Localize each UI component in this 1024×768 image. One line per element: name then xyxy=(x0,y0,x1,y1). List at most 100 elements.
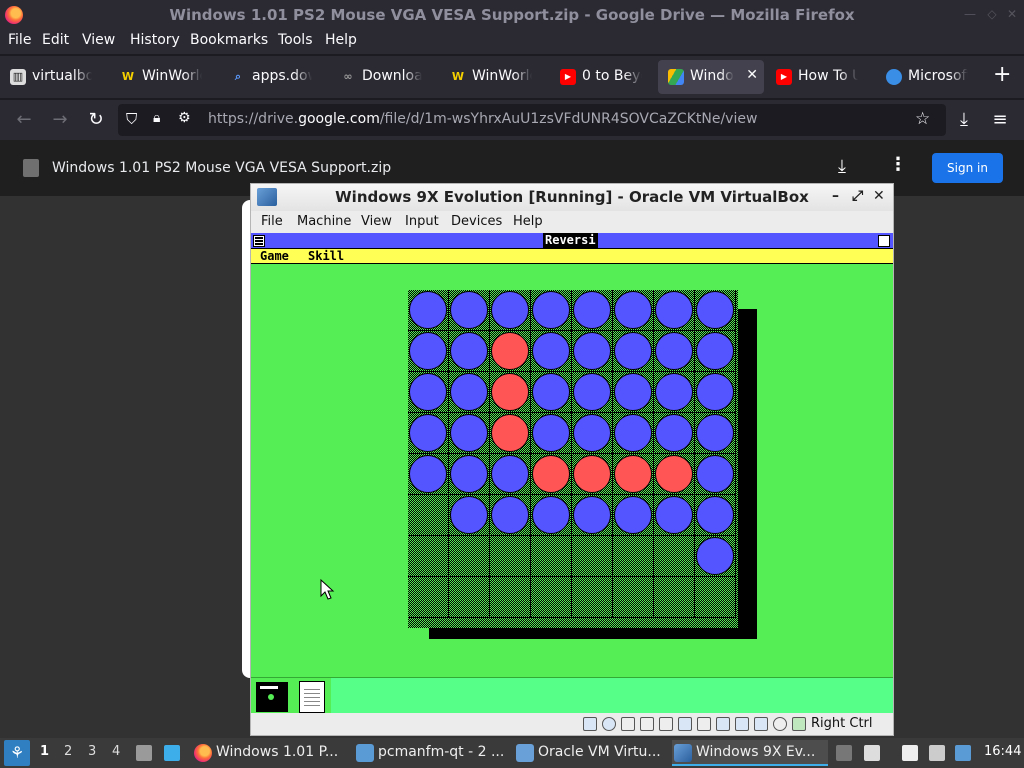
desktop-4[interactable]: 4 xyxy=(112,744,120,759)
board-cell[interactable] xyxy=(531,536,572,577)
url-bar[interactable]: ⛉ 🔒︎ ⚙ https://drive.google.com/file/d/1… xyxy=(118,104,946,136)
network-icon[interactable] xyxy=(659,717,673,731)
board-cell[interactable] xyxy=(695,372,736,413)
board-cell[interactable] xyxy=(531,372,572,413)
board-cell[interactable] xyxy=(408,495,449,536)
tab-youtube-1[interactable]: ▶ 0 to Beyo xyxy=(550,60,656,94)
board-cell[interactable] xyxy=(531,331,572,372)
download-icon[interactable]: ⤓ xyxy=(838,156,846,177)
shared-folders-icon[interactable] xyxy=(697,717,711,731)
tray-expander-icon[interactable] xyxy=(836,745,852,761)
board-cell[interactable] xyxy=(572,577,613,618)
update-notifier-icon[interactable] xyxy=(955,745,971,761)
board-cell[interactable] xyxy=(490,454,531,495)
taskbar-item-firefox[interactable]: Windows 1.01 P... xyxy=(192,740,350,766)
board-cell[interactable] xyxy=(490,331,531,372)
reversi-menu-game[interactable]: Game xyxy=(260,249,289,264)
board-cell[interactable] xyxy=(695,290,736,331)
menu-edit[interactable]: Edit xyxy=(42,32,69,48)
maximize-icon[interactable]: ◇ xyxy=(984,6,1000,22)
ms-dos-executive-icon[interactable] xyxy=(256,682,288,712)
board-cell[interactable] xyxy=(408,413,449,454)
board-cell[interactable] xyxy=(449,454,490,495)
keyboard-capture-icon[interactable] xyxy=(792,717,806,731)
more-options-icon[interactable]: ⋮ xyxy=(889,154,907,175)
tab-close-icon[interactable]: ✕ xyxy=(746,67,758,83)
board-cell[interactable] xyxy=(572,413,613,454)
board-cell[interactable] xyxy=(695,495,736,536)
reversi-board[interactable] xyxy=(408,290,738,628)
board-cell[interactable] xyxy=(613,413,654,454)
bookmark-star-icon[interactable]: ☆ xyxy=(915,109,930,129)
board-cell[interactable] xyxy=(490,495,531,536)
board-cell[interactable] xyxy=(490,290,531,331)
usb-icon[interactable] xyxy=(678,717,692,731)
board-cell[interactable] xyxy=(695,413,736,454)
board-cell[interactable] xyxy=(695,536,736,577)
tab-winworld-2[interactable]: W WinWorld xyxy=(440,60,548,94)
board-cell[interactable] xyxy=(408,290,449,331)
url-text[interactable]: https://drive.google.com/file/d/1m-wsYhr… xyxy=(208,111,757,127)
network-tray-icon[interactable] xyxy=(929,745,945,761)
board-cell[interactable] xyxy=(408,454,449,495)
vbox-menu-help[interactable]: Help xyxy=(513,214,543,229)
board-cell[interactable] xyxy=(654,331,695,372)
board-cell[interactable] xyxy=(408,331,449,372)
tab-google-drive[interactable]: Window ✕ xyxy=(658,60,764,94)
board-cell[interactable] xyxy=(449,290,490,331)
board-cell[interactable] xyxy=(490,372,531,413)
audio-icon[interactable] xyxy=(640,717,654,731)
board-cell[interactable] xyxy=(695,577,736,618)
board-cell[interactable] xyxy=(531,413,572,454)
vbox-menu-input[interactable]: Input xyxy=(405,214,439,229)
board-cell[interactable] xyxy=(490,536,531,577)
board-cell[interactable] xyxy=(654,413,695,454)
board-cell[interactable] xyxy=(572,454,613,495)
desktop-3[interactable]: 3 xyxy=(88,744,96,759)
new-tab-button[interactable]: + xyxy=(993,64,1011,86)
board-cell[interactable] xyxy=(449,331,490,372)
board-cell[interactable] xyxy=(695,454,736,495)
board-cell[interactable] xyxy=(654,536,695,577)
board-cell[interactable] xyxy=(613,536,654,577)
tab-youtube-2[interactable]: ▶ How To Us xyxy=(766,60,874,94)
mouse-integration-icon[interactable] xyxy=(773,717,787,731)
board-cell[interactable] xyxy=(531,454,572,495)
guest-screen[interactable]: Reversi Game Skill xyxy=(251,233,893,713)
menu-bookmarks[interactable]: Bookmarks xyxy=(190,32,268,48)
menu-file[interactable]: File xyxy=(8,32,31,48)
vbox-menu-machine[interactable]: Machine xyxy=(297,214,351,229)
cpu-icon[interactable] xyxy=(754,717,768,731)
menu-help[interactable]: Help xyxy=(325,32,357,48)
hard-disk-icon[interactable] xyxy=(583,717,597,731)
tab-winworld-1[interactable]: W WinWorld xyxy=(110,60,218,94)
lock-icon[interactable]: 🔒︎ xyxy=(153,110,160,126)
floppy-icon[interactable] xyxy=(621,717,635,731)
board-cell[interactable] xyxy=(572,290,613,331)
virtualbox-titlebar[interactable]: Windows 9X Evolution [Running] - Oracle … xyxy=(251,184,893,211)
board-cell[interactable] xyxy=(408,536,449,577)
board-cell[interactable] xyxy=(613,372,654,413)
shield-icon[interactable]: ⛉ xyxy=(126,110,137,128)
menu-view[interactable]: View xyxy=(82,32,115,48)
board-cell[interactable] xyxy=(613,454,654,495)
board-cell[interactable] xyxy=(449,413,490,454)
optical-drive-icon[interactable] xyxy=(602,717,616,731)
board-cell[interactable] xyxy=(408,372,449,413)
reversi-menu-skill[interactable]: Skill xyxy=(308,249,344,264)
volume-icon[interactable] xyxy=(864,745,880,761)
board-cell[interactable] xyxy=(613,577,654,618)
reload-icon[interactable]: ↻ xyxy=(85,109,107,131)
permissions-icon[interactable]: ⚙ xyxy=(178,110,191,126)
board-cell[interactable] xyxy=(531,290,572,331)
desktop-1[interactable]: 1 xyxy=(40,744,49,759)
file-manager-launcher-icon[interactable] xyxy=(136,745,152,761)
board-cell[interactable] xyxy=(490,577,531,618)
board-cell[interactable] xyxy=(408,577,449,618)
board-cell[interactable] xyxy=(654,372,695,413)
desktop-2[interactable]: 2 xyxy=(64,744,72,759)
reversi-titlebar[interactable]: Reversi xyxy=(251,233,893,249)
board-cell[interactable] xyxy=(531,495,572,536)
board-cell[interactable] xyxy=(654,495,695,536)
size-box-icon[interactable] xyxy=(878,235,890,247)
